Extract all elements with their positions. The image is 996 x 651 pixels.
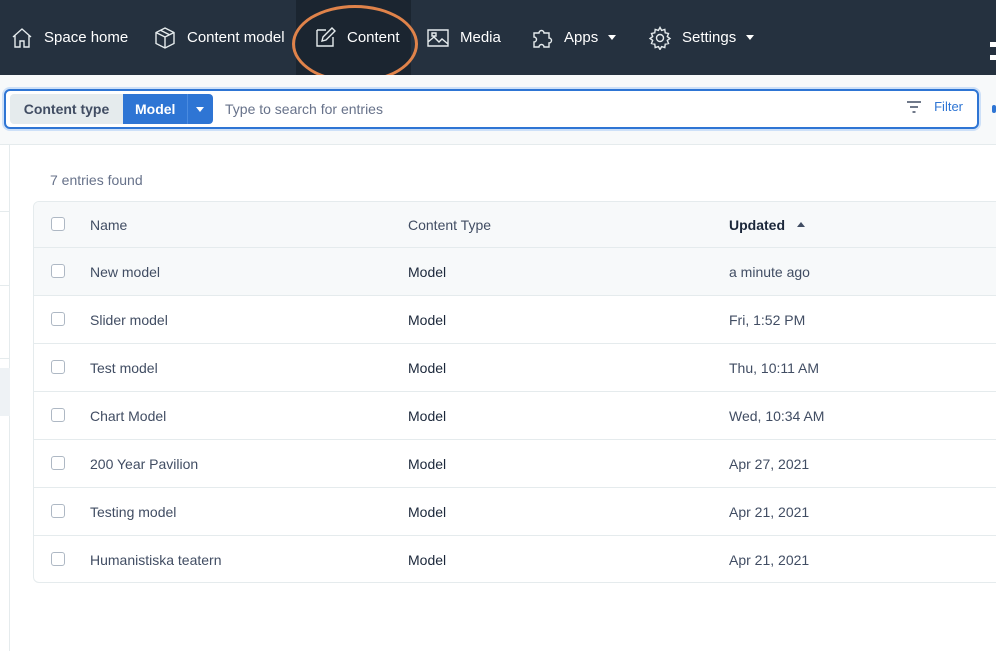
nav-content-label: Content [347,29,400,46]
nav-space-home-label: Space home [44,29,129,46]
row-checkbox[interactable] [51,264,65,278]
row-checkbox[interactable] [51,504,65,518]
nav-media[interactable]: Media [426,0,501,75]
nav-apps-label: Apps [564,29,599,46]
table-row[interactable]: Slider model Model Fri, 1:52 PM [34,296,996,344]
left-sidebar [0,145,10,651]
entry-name: Slider model [90,312,168,328]
entry-name: 200 Year Pavilion [90,456,199,472]
entry-updated: Thu, 10:11 AM [729,360,820,376]
entry-updated: Wed, 10:34 AM [729,408,825,424]
edit-icon [316,26,336,47]
entry-name: Test model [90,360,158,376]
chevron-down-icon[interactable] [196,107,204,112]
entry-content-type: Model [408,504,447,520]
table-row[interactable]: New model Model a minute ago [34,248,996,296]
row-checkbox[interactable] [51,312,65,326]
content-type-value: Model [135,101,176,117]
nav-space-home[interactable]: Space home [10,0,128,75]
row-checkbox[interactable] [51,552,65,566]
search-bar: Content type Model Filter [4,89,979,129]
entry-updated: Apr 27, 2021 [729,456,810,472]
nav-content-model-label: Content model [187,29,285,46]
column-header-updated[interactable]: Updated [729,202,805,248]
edge-link[interactable] [992,105,996,113]
puzzle-icon [533,29,553,48]
entry-name: Humanistiska teatern [90,552,222,568]
entry-content-type: Model [408,360,447,376]
nav-media-label: Media [460,29,501,46]
table-row[interactable]: 200 Year Pavilion Model Apr 27, 2021 [34,440,996,488]
chevron-down-icon [608,35,617,40]
entry-name: New model [90,264,161,280]
sidebar-divider [0,211,10,212]
table-row[interactable]: Chart Model Model Wed, 10:34 AM [34,392,996,440]
entry-content-type: Model [408,552,447,568]
nav-apps[interactable]: Apps [530,0,617,75]
pill-divider [187,94,188,124]
entry-content-type: Model [408,264,447,280]
gear-icon [648,25,672,50]
entry-updated: Fri, 1:52 PM [729,312,806,328]
entry-content-type: Model [408,408,447,424]
column-header-updated-label: Updated [729,217,785,233]
entry-updated: Apr 21, 2021 [729,504,810,520]
row-checkbox[interactable] [51,360,65,374]
image-icon [427,28,449,47]
entry-content-type: Model [408,312,447,328]
content-type-pill-label[interactable]: Content type [10,94,123,124]
content-type-selector[interactable]: Model [123,94,213,124]
nav-content-model[interactable]: Content model [153,0,285,75]
entries-count: 7 entries found [50,172,143,188]
sidebar-divider [0,285,10,286]
table-header: Name Content Type Updated [34,202,996,248]
filter-button[interactable]: Filter [906,99,963,114]
menu-icon[interactable] [990,42,996,66]
nav-content[interactable]: Content [296,0,411,75]
sidebar-divider [0,358,10,359]
chevron-down-icon [746,35,755,40]
search-area: Content type Model Filter [0,75,996,145]
row-checkbox[interactable] [51,456,65,470]
filter-icon [907,100,922,113]
home-icon [12,27,32,48]
entry-name: Testing model [90,504,177,520]
table-row[interactable]: Humanistiska teatern Model Apr 21, 2021 [34,536,996,582]
filter-button-label: Filter [934,99,963,114]
nav-settings-label: Settings [682,29,737,46]
table-row[interactable]: Testing model Model Apr 21, 2021 [34,488,996,536]
entry-updated: Apr 21, 2021 [729,552,810,568]
entry-content-type: Model [408,456,447,472]
cube-icon [155,26,175,49]
table-row[interactable]: Test model Model Thu, 10:11 AM [34,344,996,392]
select-all-checkbox[interactable] [51,217,65,231]
row-checkbox[interactable] [51,408,65,422]
column-header-content-type[interactable]: Content Type [408,202,491,248]
nav-settings[interactable]: Settings [648,0,755,75]
entries-table: Name Content Type Updated New model Mode… [33,201,996,583]
entry-name: Chart Model [90,408,167,424]
sidebar-selected-item[interactable] [0,368,10,416]
entry-updated: a minute ago [729,264,810,280]
sort-ascending-icon [797,221,805,227]
column-header-name[interactable]: Name [90,202,127,248]
top-navigation: Space home Content model Content Media A… [0,0,996,83]
search-input[interactable] [225,95,885,123]
